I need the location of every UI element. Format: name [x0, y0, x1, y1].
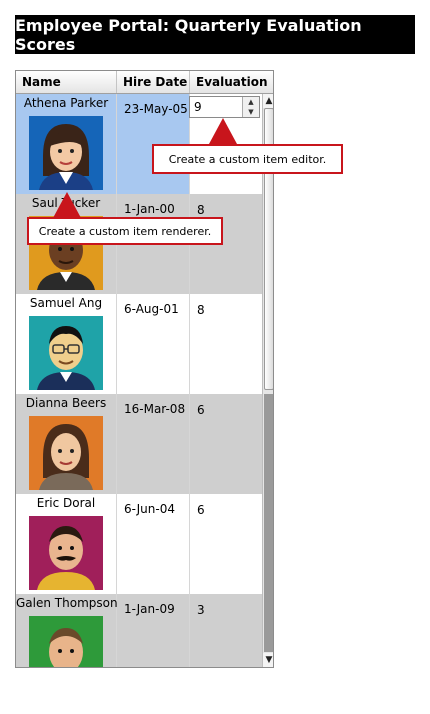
- callout-arrow-icon: [53, 192, 81, 218]
- evaluation-cell[interactable]: 3: [190, 594, 262, 667]
- scrollbar-track[interactable]: [264, 394, 273, 652]
- table-row[interactable]: Eric Doral 6-Jun-04 6: [16, 494, 262, 594]
- grid-header: Name Hire Date Evaluation: [16, 71, 273, 94]
- table-row[interactable]: Galen Thompson 1-Jan-09 3: [16, 594, 262, 667]
- hire-date-cell[interactable]: 1-Jan-09: [117, 594, 190, 667]
- table-row[interactable]: Dianna Beers 16-Mar-08 6: [16, 394, 262, 494]
- table-row[interactable]: Samuel Ang 6-Aug-01 8: [16, 294, 262, 394]
- grid-rows: Athena Parker 23-May-05 Saul Tucker 1-Ja…: [16, 94, 262, 667]
- employee-name: Galen Thompson: [16, 596, 118, 610]
- name-cell[interactable]: Samuel Ang: [16, 294, 117, 394]
- name-cell[interactable]: Athena Parker: [16, 94, 117, 194]
- woman-portrait-icon: [29, 116, 103, 190]
- employee-name: Athena Parker: [23, 96, 109, 110]
- woman-portrait-icon: [29, 416, 103, 490]
- man-glasses-portrait-icon: [29, 316, 103, 390]
- callout-arrow-icon: [209, 118, 237, 144]
- hire-date-cell[interactable]: 6-Jun-04: [117, 494, 190, 594]
- page-title: Employee Portal: Quarterly Evaluation Sc…: [15, 15, 415, 54]
- employee-name: Dianna Beers: [25, 396, 107, 410]
- name-cell[interactable]: Eric Doral: [16, 494, 117, 594]
- evaluation-cell[interactable]: 8: [190, 294, 262, 394]
- column-header-hire-date[interactable]: Hire Date: [117, 71, 190, 93]
- employee-name: Eric Doral: [36, 496, 96, 510]
- evaluation-cell[interactable]: 6: [190, 494, 262, 594]
- evaluation-cell[interactable]: 6: [190, 394, 262, 494]
- employee-name: Samuel Ang: [29, 296, 103, 310]
- evaluation-stepper-editor[interactable]: 9 ▲ ▼: [189, 96, 260, 118]
- scroll-down-arrow-icon[interactable]: ▼: [263, 653, 273, 667]
- stepper-value[interactable]: 9: [194, 100, 202, 114]
- scroll-up-arrow-icon[interactable]: ▲: [263, 94, 273, 108]
- callout-item-renderer: Create a custom item renderer.: [27, 217, 223, 245]
- stepper-down-arrow-icon[interactable]: ▼: [242, 107, 259, 117]
- hire-date-cell[interactable]: 16-Mar-08: [117, 394, 190, 494]
- man-portrait-icon: [29, 616, 103, 667]
- name-cell[interactable]: Galen Thompson: [16, 594, 118, 667]
- man-mustache-portrait-icon: [29, 516, 103, 590]
- column-header-name[interactable]: Name: [16, 71, 117, 93]
- callout-item-editor: Create a custom item editor.: [152, 144, 343, 174]
- vertical-scrollbar[interactable]: ▲ ▼: [262, 94, 273, 667]
- column-header-evaluation[interactable]: Evaluation: [190, 71, 268, 93]
- name-cell[interactable]: Dianna Beers: [16, 394, 117, 494]
- hire-date-cell[interactable]: 6-Aug-01: [117, 294, 190, 394]
